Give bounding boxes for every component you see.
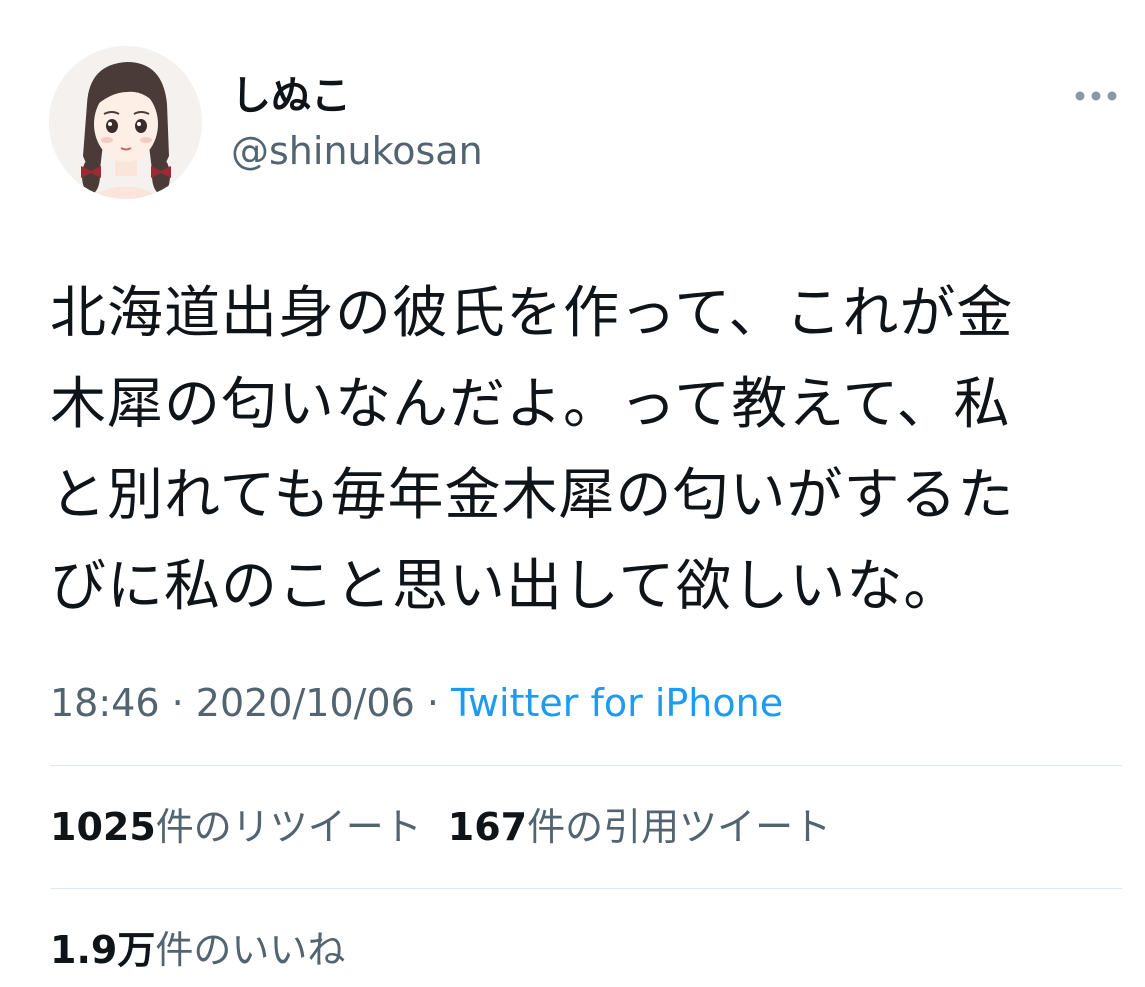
- divider: [50, 888, 1122, 889]
- likes-label: 件のいいね: [155, 928, 346, 972]
- likes-count: 1.9万: [50, 928, 156, 972]
- divider: [50, 765, 1122, 766]
- engagement-row: 1025件のリツイート 167件の引用ツイート: [50, 802, 857, 852]
- likes-row: 1.9万件のいいね: [50, 925, 371, 975]
- user-handle[interactable]: @shinukosan: [231, 128, 483, 174]
- tweet-detail: しぬこ @shinukosan 北海道出身の彼氏を作って、これが金 木犀の匂いな…: [0, 0, 1145, 987]
- retweets-stat[interactable]: 1025件のリツイート: [50, 805, 422, 849]
- retweets-count: 1025: [50, 805, 156, 849]
- quotes-stat[interactable]: 167件の引用ツイート: [448, 805, 831, 849]
- retweets-label: 件のリツイート: [155, 805, 422, 849]
- avatar[interactable]: [49, 46, 202, 199]
- likes-stat[interactable]: 1.9万件のいいね: [50, 928, 345, 972]
- meta-separator: ·: [159, 681, 196, 725]
- display-name[interactable]: しぬこ: [231, 72, 351, 120]
- tweet-text: 北海道出身の彼氏を作って、これが金 木犀の匂いなんだよ。って教えて、私 と別れて…: [50, 281, 1015, 619]
- quotes-count: 167: [447, 805, 528, 849]
- more-options-button[interactable]: [1068, 80, 1124, 112]
- tweet-date[interactable]: 2020/10/06: [196, 681, 415, 725]
- quotes-label: 件の引用ツイート: [527, 805, 832, 849]
- more-horizontal-icon: [1075, 91, 1117, 101]
- tweet-source-link[interactable]: Twitter for iPhone: [451, 681, 783, 725]
- tweet-meta: 18:46 · 2020/10/06 · Twitter for iPhone: [50, 678, 783, 728]
- avatar-illustration-icon: [49, 46, 202, 199]
- meta-separator: ·: [414, 681, 452, 725]
- tweet-time[interactable]: 18:46: [50, 681, 160, 725]
